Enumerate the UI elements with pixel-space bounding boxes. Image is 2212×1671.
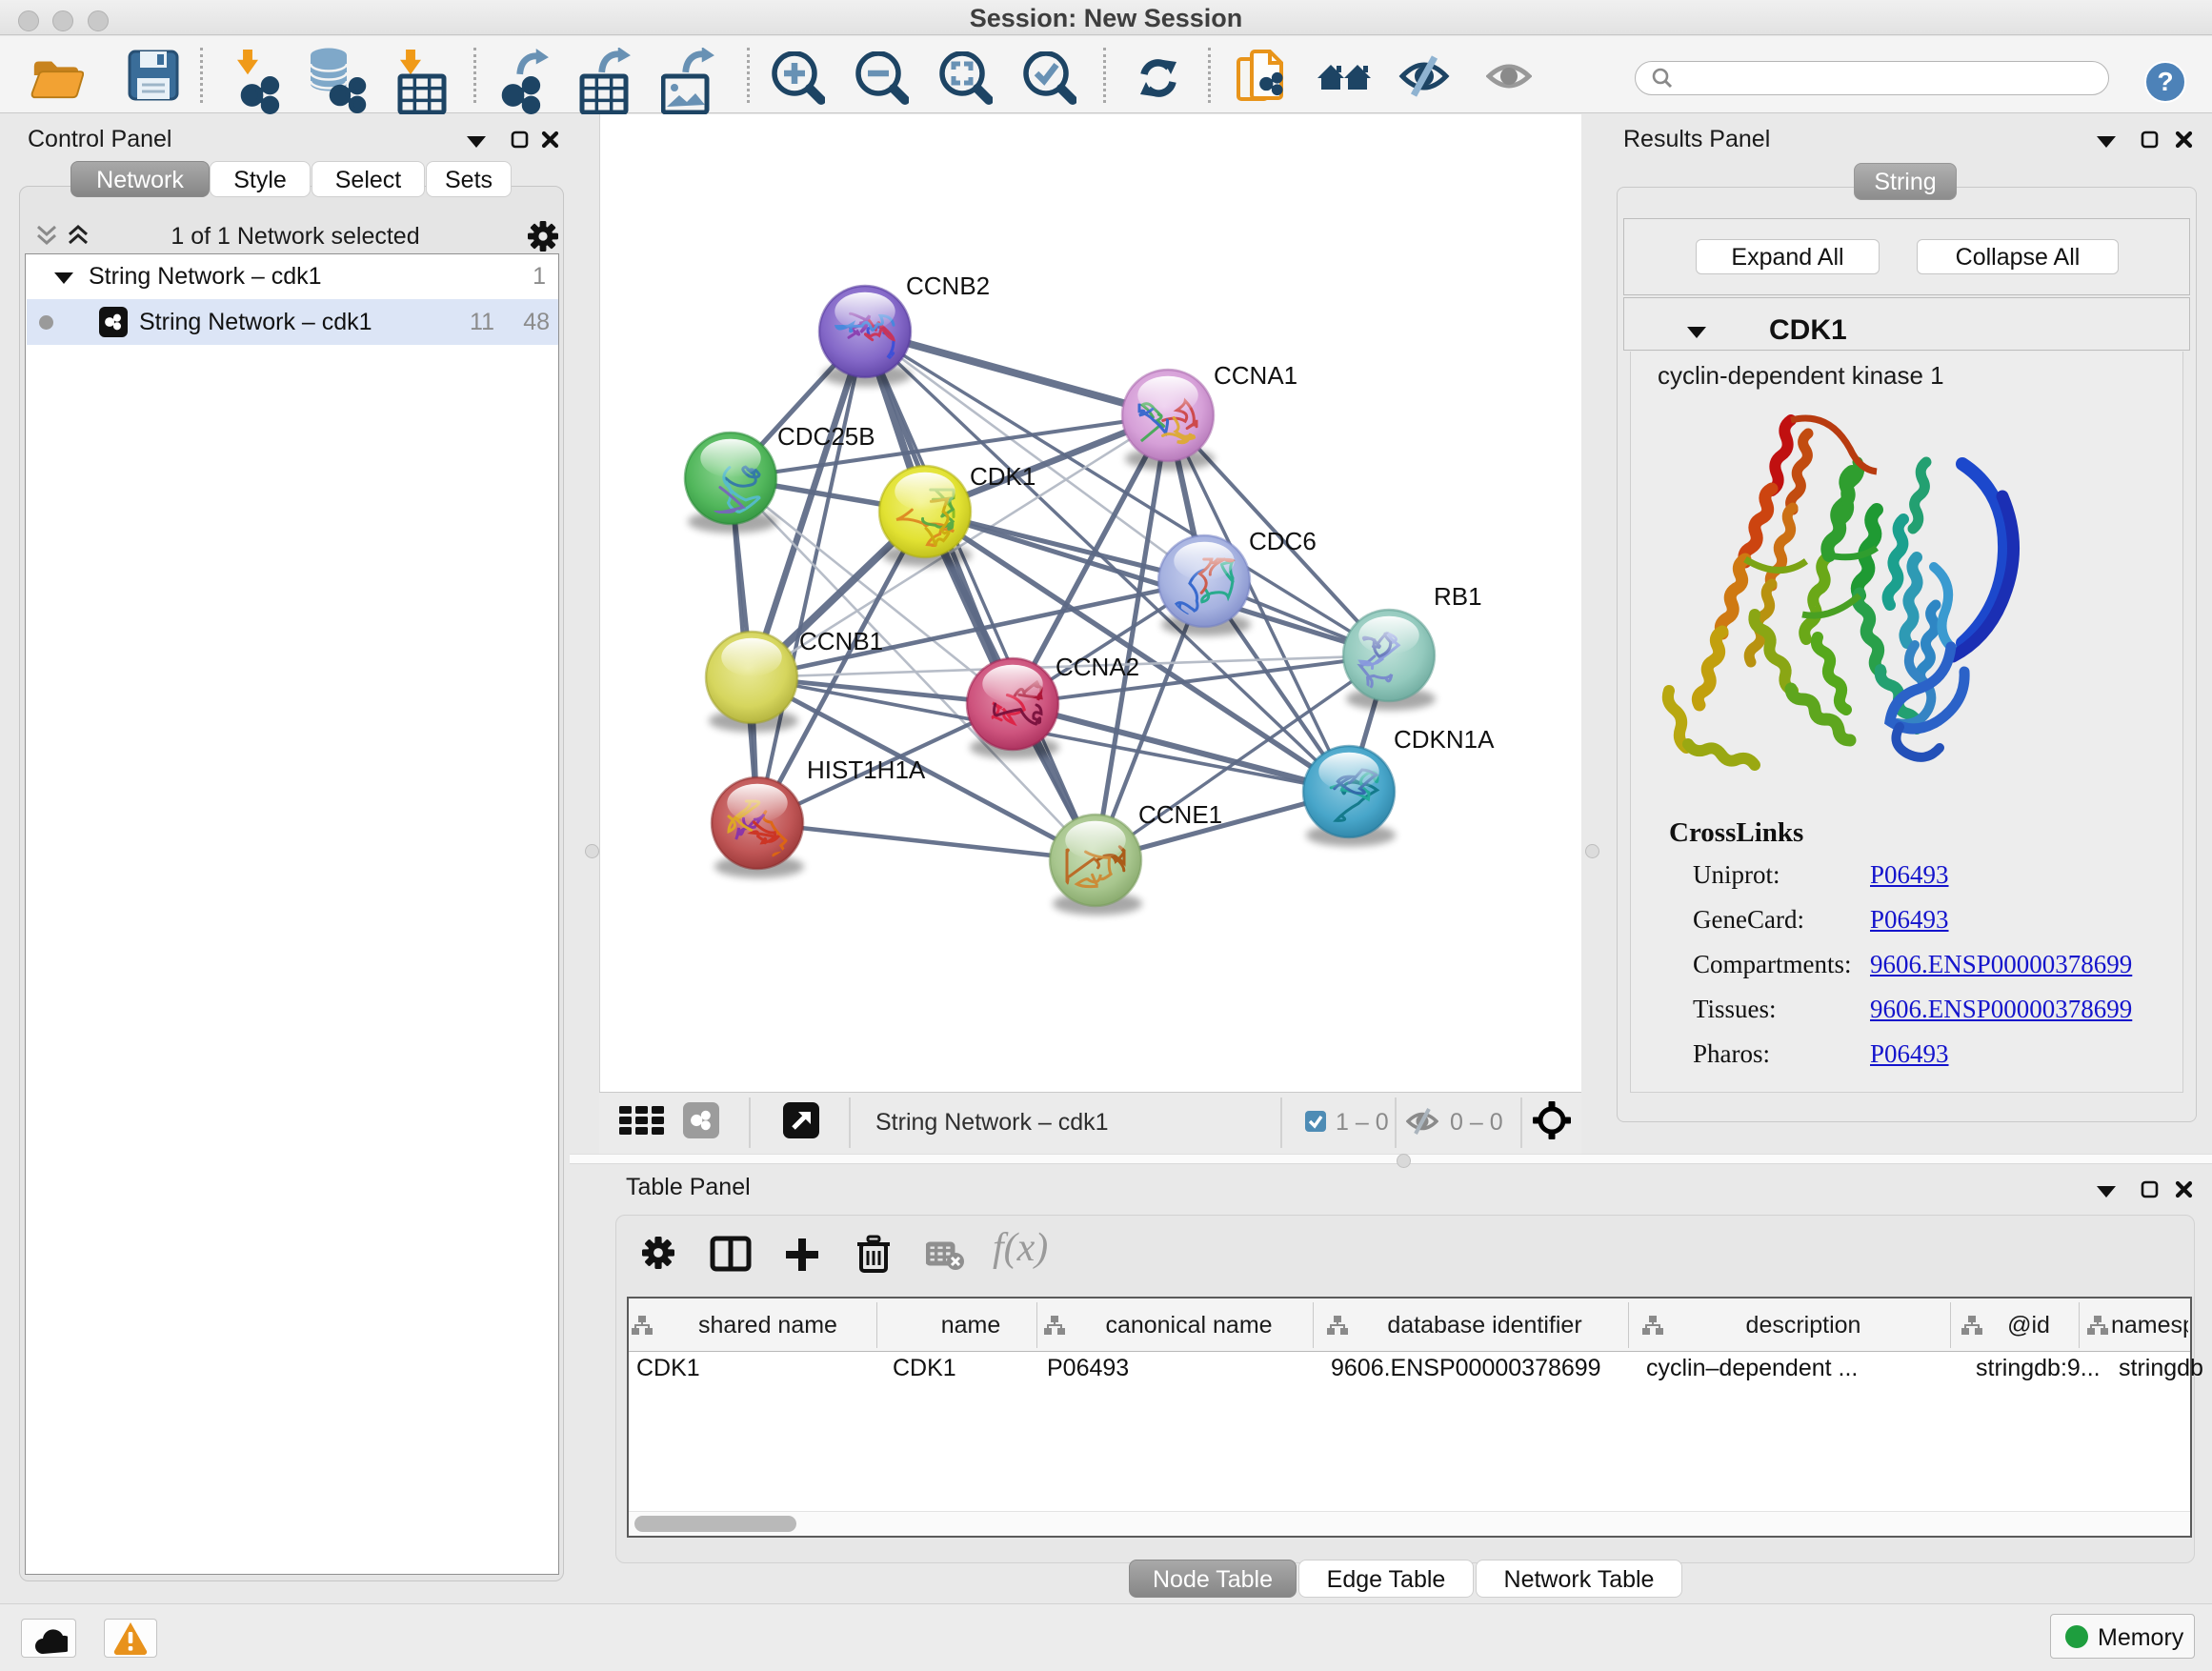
svg-text:CCNA1: CCNA1	[1214, 361, 1297, 390]
svg-text:CDC25B: CDC25B	[777, 422, 875, 451]
svg-text:CCNB1: CCNB1	[799, 627, 883, 655]
svg-text:CDKN1A: CDKN1A	[1394, 725, 1495, 754]
svg-text:CDC6: CDC6	[1249, 527, 1317, 555]
svg-text:CCNE1: CCNE1	[1138, 800, 1222, 829]
svg-text:RB1: RB1	[1434, 582, 1482, 611]
svg-text:CCNB2: CCNB2	[906, 272, 990, 300]
svg-text:CCNA2: CCNA2	[1056, 653, 1139, 681]
svg-text:?: ?	[2157, 67, 2173, 96]
svg-text:HIST1H1A: HIST1H1A	[807, 755, 926, 784]
svg-text:CDK1: CDK1	[970, 462, 1036, 491]
